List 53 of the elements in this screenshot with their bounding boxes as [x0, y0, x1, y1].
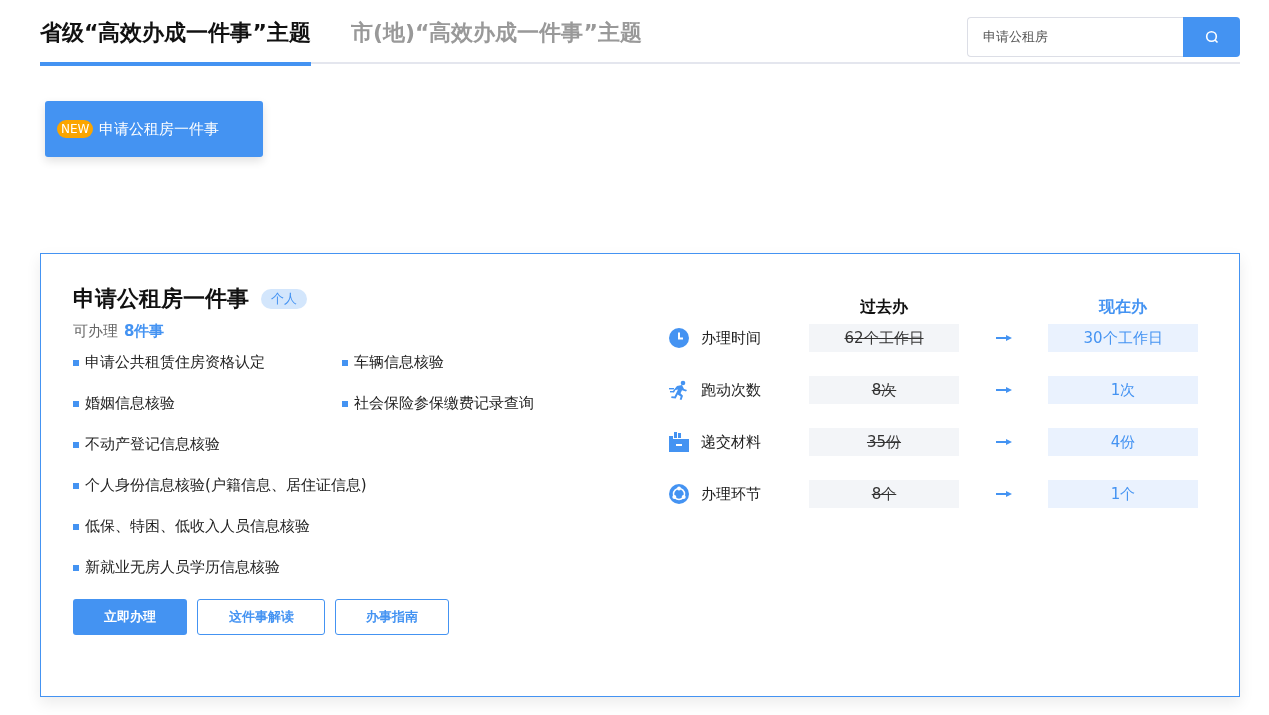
service-item: 不动产登记信息核验 — [85, 435, 220, 454]
after-value: 1次 — [1048, 376, 1198, 404]
metric-label: 递交材料 — [701, 432, 761, 452]
after-value: 4份 — [1048, 428, 1198, 456]
bullet-icon — [73, 400, 79, 407]
topic-title: 申请公租房一件事 — [99, 119, 220, 139]
before-value: 8次 — [809, 376, 959, 404]
after-value: 30个工作日 — [1048, 324, 1198, 352]
folder-icon — [669, 432, 689, 452]
count-label: 可办理 — [73, 322, 118, 341]
before-value: 62个工作日 — [809, 324, 959, 352]
search-button[interactable] — [1183, 17, 1240, 57]
person-tag: 个人 — [261, 289, 307, 309]
metric-label: 办理环节 — [701, 484, 761, 504]
apply-button[interactable]: 立即办理 — [73, 599, 187, 635]
after-header: 现在办 — [1097, 295, 1148, 318]
before-value: 8个 — [809, 480, 959, 508]
service-item: 车辆信息核验 — [354, 353, 444, 372]
arrow-icon — [995, 335, 1012, 341]
bullet-icon — [73, 523, 79, 530]
service-item: 新就业无房人员学历信息核验 — [85, 558, 280, 577]
theme-tab[interactable]: 市(地)“高效办成一件事”主题 — [350, 0, 642, 66]
before-header: 过去办 — [859, 295, 909, 318]
metric-label: 跑动次数 — [701, 380, 761, 400]
before-value: 35份 — [809, 428, 959, 456]
arrow-icon — [995, 491, 1012, 497]
service-item: 个人身份信息核验(户籍信息、居住证信息) — [85, 476, 367, 495]
bullet-icon — [342, 400, 348, 407]
theme-tab[interactable]: 省级“高效办成一件事”主题 — [40, 0, 311, 66]
after-value: 1个 — [1048, 480, 1198, 508]
clock-icon — [669, 328, 689, 348]
search-icon — [1204, 30, 1219, 44]
topic-card[interactable]: NEW 申请公租房一件事 — [45, 101, 263, 157]
arrow-icon — [995, 439, 1012, 445]
arrow-icon — [995, 387, 1012, 393]
cycle-icon — [669, 484, 689, 504]
bullet-icon — [73, 359, 79, 366]
info-button[interactable]: 这件事解读 — [197, 599, 325, 635]
bullet-icon — [73, 441, 79, 448]
count-value: 8件事 — [124, 322, 165, 341]
card-title: 申请公租房一件事 — [73, 285, 249, 313]
bullet-icon — [73, 482, 79, 489]
search-field[interactable]: 申请公租房 — [967, 17, 1183, 57]
service-item: 申请公共租赁住房资格认定 — [85, 353, 265, 372]
service-item: 低保、特困、低收入人员信息核验 — [85, 517, 310, 536]
bullet-icon — [73, 564, 79, 571]
runner-icon — [669, 380, 689, 400]
bullet-icon — [342, 359, 348, 366]
metric-label: 办理时间 — [701, 328, 761, 348]
service-item: 婚姻信息核验 — [85, 394, 175, 413]
info-button[interactable]: 办事指南 — [335, 599, 449, 635]
new-badge: NEW — [57, 120, 94, 138]
service-item: 社会保险参保缴费记录查询 — [354, 394, 534, 413]
